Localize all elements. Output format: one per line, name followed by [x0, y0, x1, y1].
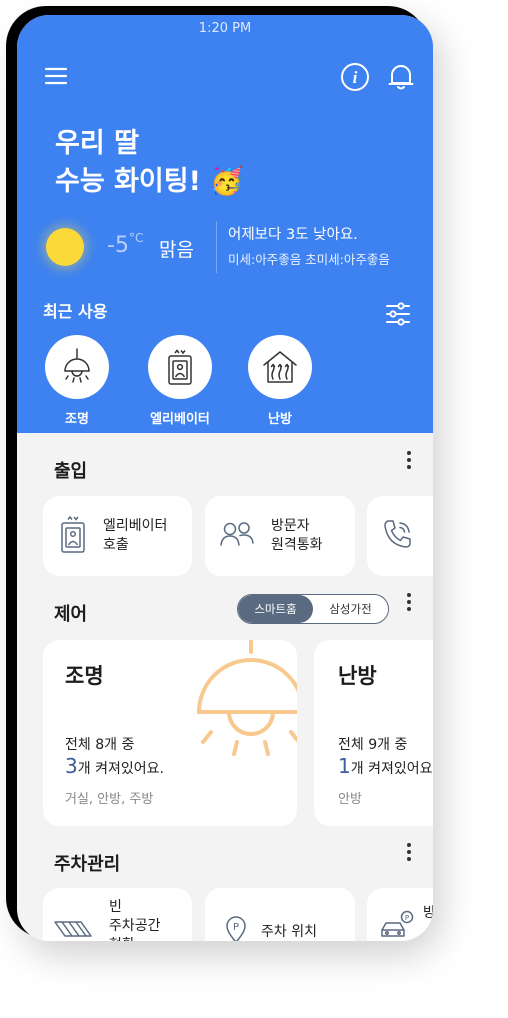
status-time: 1:20 PM: [198, 21, 252, 36]
recent-item-label: 난방: [268, 412, 292, 427]
control-card-title: 난방: [338, 664, 377, 688]
access-more-icon[interactable]: [405, 451, 413, 472]
weather-message: 어제보다 3도 낮아요.: [228, 227, 358, 243]
greeting: 우리 딸 수능 화이팅! 🥳: [55, 125, 244, 201]
control-card-total: 전체 9개 중: [338, 737, 408, 753]
control-card-rooms: 거실, 안방, 주방: [65, 792, 154, 807]
parking-lot-icon: [53, 918, 93, 941]
control-card-lighting[interactable]: 조명 전체 8개 중 3개 켜져있어요. 거실, 안방, 주방: [43, 640, 297, 826]
recent-item-label: 엘리베이터: [150, 412, 210, 427]
control-card-rooms: 안방: [338, 792, 362, 807]
elevator-call-icon: [59, 514, 87, 558]
svg-text:P: P: [405, 914, 409, 922]
control-card-total: 전체 8개 중: [65, 737, 135, 753]
control-card-heating[interactable]: 난방 전체 9개 중 1개 켜져있어요. 안방: [314, 640, 433, 826]
recent-item-lighting[interactable]: 조명: [45, 335, 109, 427]
car-icon: P: [379, 910, 415, 941]
hero-section: 1:20 PM i 우리 딸 수능 화이팅! 🥳 -5°C 맑음 어제보다 3도…: [17, 15, 433, 433]
sun-icon: [46, 228, 84, 266]
info-icon[interactable]: i: [339, 61, 371, 93]
recent-title: 최근 사용: [43, 302, 108, 321]
dust-info: 미세:아주좋음 초미세:아주좋음: [228, 252, 390, 267]
recent-item-label: 조명: [65, 412, 89, 427]
bell-icon[interactable]: [385, 61, 417, 93]
svg-text:P: P: [233, 922, 239, 933]
control-card-title: 조명: [65, 664, 104, 688]
parking-title: 주차관리: [54, 854, 121, 875]
recent-item-heating[interactable]: 난방: [248, 335, 312, 427]
access-card-label: 엘리베이터 호출: [103, 518, 168, 553]
filter-settings-icon[interactable]: [383, 299, 413, 329]
recent-item-elevator[interactable]: 엘리베이터: [148, 335, 212, 427]
access-card-visitor[interactable]: 방문자 원격통화: [205, 496, 355, 576]
parking-card-label: 주차 위치: [261, 924, 317, 940]
on-count: 3: [65, 754, 78, 778]
app-screen: 1:20 PM i 우리 딸 수능 화이팅! 🥳 -5°C 맑음 어제보다 3도…: [17, 15, 433, 941]
lamp-illustration-icon: [196, 640, 297, 756]
elevator-icon: [148, 335, 212, 399]
toggle-samsung[interactable]: 삼성가전: [313, 595, 388, 623]
weather-condition: 맑음: [159, 239, 194, 261]
phone-icon: [381, 517, 415, 555]
greeting-line-2: 수능 화이팅! 🥳: [55, 166, 244, 197]
control-title: 제어: [54, 604, 88, 625]
temperature-unit: °C: [128, 231, 144, 245]
on-suffix: 개 켜져있어요.: [77, 761, 164, 777]
temperature-value: -5: [107, 233, 129, 258]
weather-divider: [216, 221, 217, 273]
lamp-icon: [45, 335, 109, 399]
control-more-icon[interactable]: [405, 593, 413, 614]
access-card-elevator[interactable]: 엘리베이터 호출: [43, 496, 192, 576]
parking-card-empty[interactable]: 빈 주차공간 현황: [43, 888, 192, 941]
access-card-call[interactable]: [367, 496, 433, 576]
toggle-smarthome[interactable]: 스마트홈: [238, 595, 313, 623]
phone-frame: 1:20 PM i 우리 딸 수능 화이팅! 🥳 -5°C 맑음 어제보다 3도…: [6, 6, 433, 941]
parking-card-location[interactable]: P 주차 위치: [205, 888, 355, 941]
control-card-on: 1개 켜져있어요.: [338, 754, 433, 778]
heating-icon: [248, 335, 312, 399]
control-toggle[interactable]: 스마트홈 삼성가전: [237, 594, 389, 624]
parking-card-label: 방: [423, 905, 433, 921]
parking-more-icon[interactable]: [405, 843, 413, 864]
temperature: -5°C: [107, 231, 144, 258]
control-card-on: 3개 켜져있어요.: [65, 754, 164, 778]
access-card-label: 방문자 원격통화: [271, 518, 323, 553]
parking-pin-icon: P: [225, 916, 247, 941]
menu-icon[interactable]: [41, 61, 71, 91]
greeting-line-1: 우리 딸: [55, 128, 139, 159]
parking-card-visitor-car[interactable]: P 방: [367, 888, 433, 941]
visitors-icon: [219, 521, 255, 551]
parking-card-label: 빈 주차공간 현황: [109, 899, 161, 941]
on-count: 1: [338, 754, 351, 778]
svg-text:i: i: [353, 68, 358, 87]
access-title: 출입: [54, 461, 88, 482]
on-suffix: 개 켜져있어요.: [350, 761, 433, 777]
